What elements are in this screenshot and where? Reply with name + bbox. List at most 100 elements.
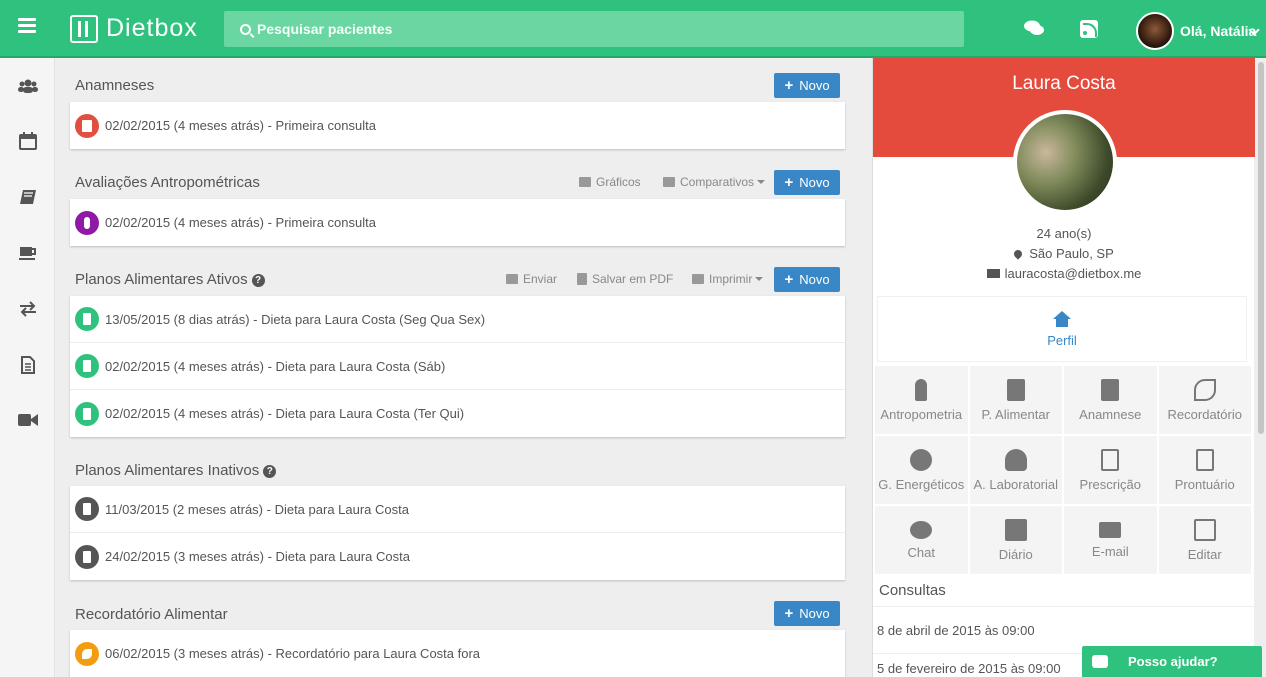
leaf-icon xyxy=(1193,378,1216,401)
section-title-recordatorio: Recordatório Alimentar xyxy=(75,606,228,623)
caret-down-icon xyxy=(755,277,764,281)
document-icon xyxy=(75,113,99,138)
brand-name: Dietbox xyxy=(106,14,198,42)
pdf-file-icon xyxy=(577,273,587,285)
patient-panel: Laura Costa 24 ano(s) São Paulo, SP laur… xyxy=(872,58,1255,677)
rss-icon[interactable] xyxy=(1080,20,1098,38)
users-icon xyxy=(17,79,38,93)
file-text-icon xyxy=(20,356,35,374)
list-item[interactable]: 02/02/2015 (4 meses atrás) - Dieta para … xyxy=(70,343,845,390)
cutlery-icon xyxy=(1006,378,1025,401)
user-avatar[interactable] xyxy=(1136,12,1174,50)
list-item[interactable]: 24/02/2015 (3 meses atrás) - Dieta para … xyxy=(70,533,845,580)
planos-inativos-list: 11/03/2015 (2 meses atrás) - Dieta para … xyxy=(70,486,845,580)
sidebar-item-document[interactable] xyxy=(0,345,55,385)
sidebar-item-patients[interactable] xyxy=(0,66,55,106)
help-chat-button[interactable]: Posso ajudar? xyxy=(1082,646,1262,677)
file-text-icon xyxy=(1101,378,1120,401)
menu-recordatorio[interactable]: Recordatório xyxy=(1158,366,1253,436)
cutlery-icon xyxy=(75,497,99,521)
logo-icon xyxy=(70,14,98,43)
cutlery-icon xyxy=(75,401,99,426)
menu-editar[interactable]: Editar xyxy=(1158,506,1253,576)
avaliacoes-new-button[interactable]: + Novo xyxy=(774,170,840,195)
patient-age: 24 ano(s) xyxy=(1036,226,1092,241)
list-item[interactable]: 02/02/2015 (4 meses atrás) - Dieta para … xyxy=(70,390,845,437)
sidebar-item-coffee[interactable] xyxy=(0,233,55,273)
perfil-button[interactable]: Perfil xyxy=(877,296,1247,362)
dashboard-icon xyxy=(910,448,933,471)
list-item[interactable]: 11/03/2015 (2 meses atrás) - Dieta para … xyxy=(70,486,845,533)
comments-icon xyxy=(910,520,933,539)
menu-avaliacao-laboratorial[interactable]: A. Laboratorial xyxy=(969,436,1064,506)
imprimir-dropdown[interactable]: Imprimir xyxy=(692,272,764,286)
print-icon xyxy=(663,177,675,187)
patient-city: São Paulo, SP xyxy=(873,246,1255,261)
patient-name: Laura Costa xyxy=(1012,73,1116,94)
comparativos-dropdown[interactable]: Comparativos xyxy=(663,175,766,189)
section-title-planos-inativos: Planos Alimentares Inativos? xyxy=(75,462,277,479)
patient-avatar[interactable] xyxy=(1013,110,1117,214)
plus-icon: + xyxy=(784,605,794,622)
help-icon[interactable]: ? xyxy=(251,274,265,287)
sidebar-item-exchange[interactable] xyxy=(0,289,55,329)
calendar-icon xyxy=(1004,518,1027,541)
map-marker-icon xyxy=(1012,248,1024,260)
sidebar-item-video[interactable] xyxy=(0,400,55,440)
menu-gasto-energetico[interactable]: G. Energéticos xyxy=(875,436,970,506)
male-icon xyxy=(915,378,928,401)
menu-icon[interactable] xyxy=(18,18,36,34)
menu-prescricao[interactable]: Prescrição xyxy=(1064,436,1159,506)
list-item[interactable]: 02/02/2015 (4 meses atrás) - Primeira co… xyxy=(70,102,845,149)
main-content: Anamneses + Novo 02/02/2015 (4 meses atrá… xyxy=(55,58,872,677)
planos-new-button[interactable]: + Novo xyxy=(774,267,840,292)
menu-plano-alimentar[interactable]: P. Alimentar xyxy=(969,366,1064,436)
list-item[interactable]: 06/02/2015 (3 meses atrás) - Recordatóri… xyxy=(70,630,845,677)
file-icon xyxy=(1101,448,1120,471)
chat-icon[interactable] xyxy=(1024,20,1044,36)
menu-chat[interactable]: Chat xyxy=(875,506,970,576)
user-greeting[interactable]: Olá, Natália xyxy=(1180,23,1256,39)
heartbeat-icon xyxy=(1004,448,1027,471)
menu-email[interactable]: E-mail xyxy=(1064,506,1159,576)
graficos-button[interactable]: Gráficos xyxy=(579,175,641,189)
search-input[interactable]: Pesquisar pacientes xyxy=(224,11,964,47)
section-title-avaliacoes: Avaliações Antropométricas xyxy=(75,174,260,191)
help-icon[interactable]: ? xyxy=(263,465,277,478)
scrollbar[interactable] xyxy=(1258,62,1264,434)
leaf-icon xyxy=(75,641,99,666)
section-title-anamneses: Anamneses xyxy=(75,77,155,94)
print-icon xyxy=(692,274,704,284)
edit-icon xyxy=(1193,518,1216,541)
anamneses-list: 02/02/2015 (4 meses atrás) - Primeira co… xyxy=(70,102,845,149)
plus-icon: + xyxy=(784,77,794,94)
menu-anamnese[interactable]: Anamnese xyxy=(1064,366,1159,436)
list-item[interactable]: 02/02/2015 (4 meses atrás) - Primeira co… xyxy=(70,199,845,246)
patient-email: lauracosta@dietbox.me xyxy=(873,266,1255,281)
recordatorio-new-button[interactable]: + Novo xyxy=(774,601,840,626)
sidebar-item-calendar[interactable] xyxy=(0,121,55,161)
coffee-icon xyxy=(18,247,36,260)
patient-menu-grid: Antropometria P. Alimentar Anamnese Reco… xyxy=(875,366,1253,576)
anamneses-new-button[interactable]: + Novo xyxy=(774,73,840,98)
search-placeholder: Pesquisar pacientes xyxy=(257,21,393,37)
logo[interactable]: Dietbox xyxy=(70,14,198,43)
envelope-icon xyxy=(1099,521,1122,538)
cutlery-icon xyxy=(75,307,99,331)
plus-icon: + xyxy=(784,271,794,288)
menu-prontuario[interactable]: Prontuário xyxy=(1158,436,1253,506)
pdf-button[interactable]: Salvar em PDF xyxy=(577,272,673,286)
plus-icon: + xyxy=(784,174,794,191)
sidebar xyxy=(0,58,55,677)
menu-diario[interactable]: Diário xyxy=(969,506,1064,576)
list-item[interactable]: 13/05/2015 (8 dias atrás) - Dieta para L… xyxy=(70,296,845,343)
menu-antropometria[interactable]: Antropometria xyxy=(875,366,970,436)
enviar-button[interactable]: Enviar xyxy=(506,272,557,286)
avaliacoes-list: 02/02/2015 (4 meses atrás) - Primeira co… xyxy=(70,199,845,246)
video-camera-icon xyxy=(17,414,38,426)
envelope-icon xyxy=(986,269,1000,278)
search-icon xyxy=(240,23,251,35)
sidebar-item-book[interactable] xyxy=(0,177,55,217)
person-icon xyxy=(75,210,99,235)
comment-icon xyxy=(1092,655,1108,668)
